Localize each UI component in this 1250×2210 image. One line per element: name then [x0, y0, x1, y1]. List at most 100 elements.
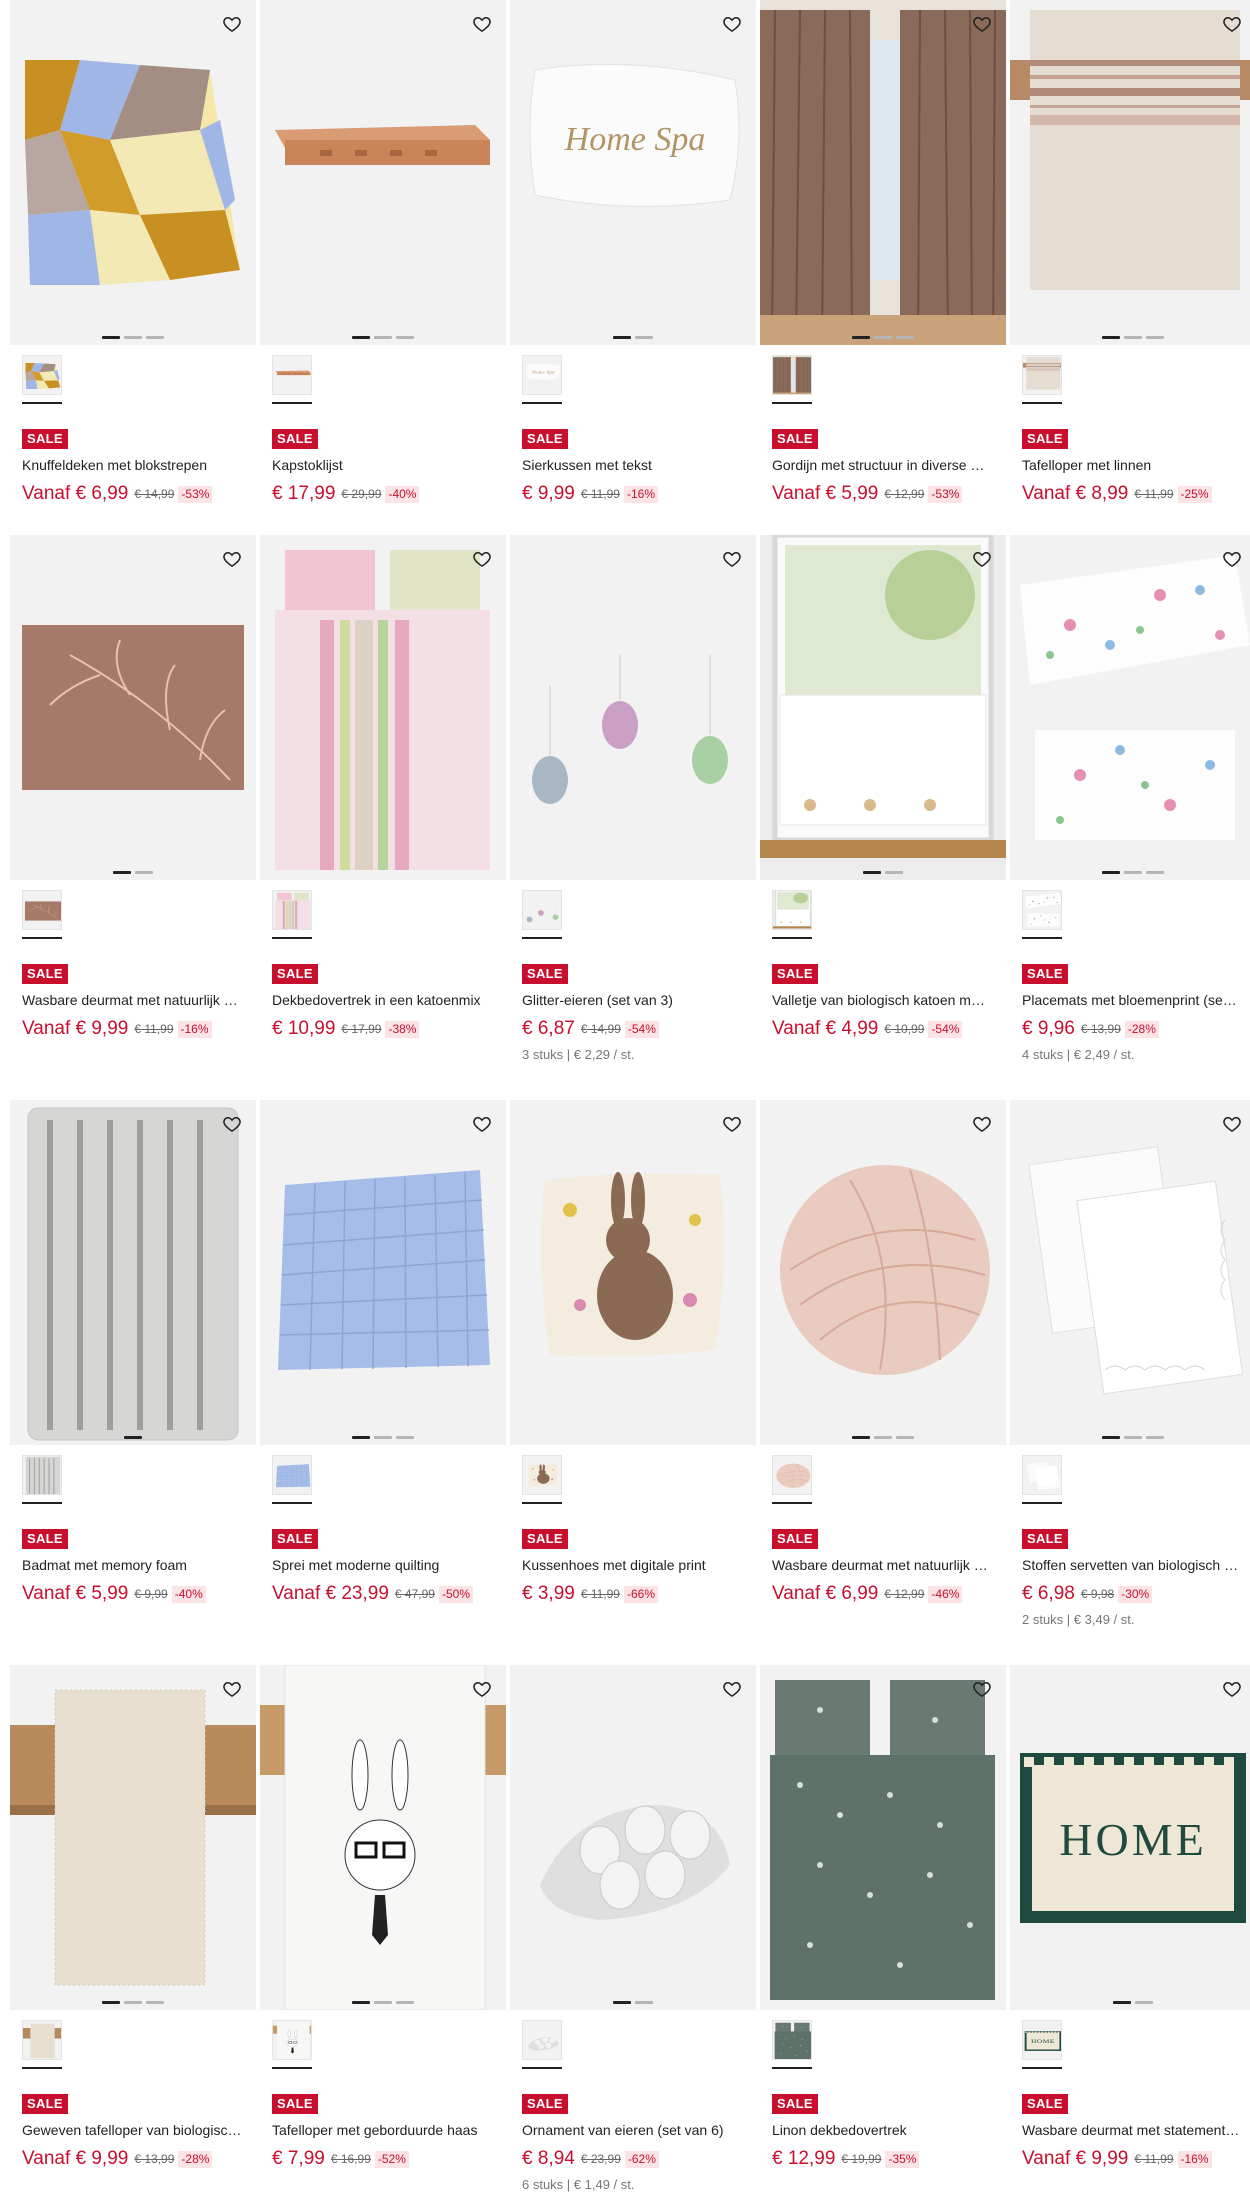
- carousel-dot[interactable]: [124, 1436, 142, 1439]
- color-swatch[interactable]: [1022, 355, 1062, 404]
- carousel-dot[interactable]: [852, 1436, 870, 1439]
- product-name[interactable]: Glitter-eieren (set van 3): [522, 991, 750, 1009]
- carousel-dot[interactable]: [1135, 2001, 1153, 2004]
- carousel-dot[interactable]: [613, 336, 631, 339]
- product-name[interactable]: Sprei met moderne quilting: [272, 1556, 500, 1574]
- carousel-dot[interactable]: [896, 1436, 914, 1439]
- swatch-thumbnail[interactable]: [272, 890, 312, 930]
- wishlist-heart-icon[interactable]: [1222, 1114, 1242, 1134]
- color-swatch[interactable]: [772, 890, 812, 939]
- carousel-dot[interactable]: [1146, 1436, 1164, 1439]
- carousel-dot[interactable]: [396, 2001, 414, 2004]
- color-swatch[interactable]: [272, 2020, 312, 2069]
- carousel-dot[interactable]: [1102, 336, 1120, 339]
- product-name[interactable]: Tafelloper met linnen: [1022, 456, 1250, 474]
- product-name[interactable]: Badmat met memory foam: [22, 1556, 250, 1574]
- product-image[interactable]: [1010, 535, 1250, 880]
- product-image[interactable]: [510, 1665, 756, 2010]
- swatch-thumbnail[interactable]: [22, 355, 62, 395]
- product-image[interactable]: Home Spa: [510, 0, 756, 345]
- color-swatch[interactable]: [22, 355, 62, 404]
- swatch-thumbnail[interactable]: [1022, 1455, 1062, 1495]
- carousel-dot[interactable]: [396, 1436, 414, 1439]
- carousel-dot[interactable]: [124, 2001, 142, 2004]
- carousel-dot[interactable]: [613, 2001, 631, 2004]
- wishlist-heart-icon[interactable]: [222, 1114, 242, 1134]
- wishlist-heart-icon[interactable]: [472, 549, 492, 569]
- wishlist-heart-icon[interactable]: [472, 1114, 492, 1134]
- swatch-thumbnail[interactable]: [772, 1455, 812, 1495]
- product-image[interactable]: [510, 1100, 756, 1445]
- color-swatch[interactable]: [772, 2020, 812, 2069]
- color-swatch[interactable]: HOME: [1022, 2020, 1062, 2069]
- color-swatch[interactable]: [522, 1455, 562, 1504]
- swatch-thumbnail[interactable]: [522, 2020, 562, 2060]
- swatch-thumbnail[interactable]: [272, 1455, 312, 1495]
- swatch-thumbnail[interactable]: [22, 1455, 62, 1495]
- swatch-thumbnail[interactable]: [22, 890, 62, 930]
- product-name[interactable]: Knuffeldeken met blokstrepen: [22, 456, 250, 474]
- carousel-dot[interactable]: [113, 871, 131, 874]
- carousel-dot[interactable]: [1124, 871, 1142, 874]
- product-name[interactable]: Geweven tafelloper van biologisc…: [22, 2121, 250, 2139]
- carousel-dot[interactable]: [885, 871, 903, 874]
- swatch-thumbnail[interactable]: Home Spa: [522, 355, 562, 395]
- swatch-thumbnail[interactable]: [272, 2020, 312, 2060]
- swatch-thumbnail[interactable]: [272, 355, 312, 395]
- product-image[interactable]: [260, 1665, 506, 2010]
- carousel-dot[interactable]: [874, 336, 892, 339]
- wishlist-heart-icon[interactable]: [222, 1679, 242, 1699]
- product-name[interactable]: Tafelloper met geborduurde haas: [272, 2121, 500, 2139]
- carousel-dot[interactable]: [374, 336, 392, 339]
- wishlist-heart-icon[interactable]: [472, 1679, 492, 1699]
- color-swatch[interactable]: [522, 890, 562, 939]
- product-image[interactable]: [760, 1665, 1006, 2010]
- wishlist-heart-icon[interactable]: [1222, 14, 1242, 34]
- product-name[interactable]: Linon dekbedovertrek: [772, 2121, 1000, 2139]
- carousel-dot[interactable]: [146, 2001, 164, 2004]
- swatch-thumbnail[interactable]: [522, 1455, 562, 1495]
- carousel-dot[interactable]: [374, 2001, 392, 2004]
- product-image[interactable]: [260, 0, 506, 345]
- carousel-dot[interactable]: [102, 2001, 120, 2004]
- product-image[interactable]: [10, 535, 256, 880]
- carousel-dot[interactable]: [1146, 336, 1164, 339]
- product-image[interactable]: [1010, 0, 1250, 345]
- carousel-dot[interactable]: [352, 336, 370, 339]
- swatch-thumbnail[interactable]: [22, 2020, 62, 2060]
- carousel-dot[interactable]: [374, 1436, 392, 1439]
- product-name[interactable]: Dekbedovertrek in een katoenmix: [272, 991, 500, 1009]
- carousel-dot[interactable]: [1113, 2001, 1131, 2004]
- color-swatch[interactable]: [22, 1455, 62, 1504]
- product-name[interactable]: Kapstoklijst: [272, 456, 500, 474]
- carousel-dot[interactable]: [146, 336, 164, 339]
- carousel-dot[interactable]: [352, 2001, 370, 2004]
- product-image[interactable]: [10, 1100, 256, 1445]
- carousel-dot[interactable]: [852, 336, 870, 339]
- color-swatch[interactable]: [1022, 890, 1062, 939]
- product-image[interactable]: HOME: [1010, 1665, 1250, 2010]
- carousel-dot[interactable]: [1146, 871, 1164, 874]
- wishlist-heart-icon[interactable]: [472, 14, 492, 34]
- color-swatch[interactable]: [1022, 1455, 1062, 1504]
- color-swatch[interactable]: [772, 355, 812, 404]
- color-swatch[interactable]: [772, 1455, 812, 1504]
- carousel-dot[interactable]: [896, 336, 914, 339]
- swatch-thumbnail[interactable]: [772, 890, 812, 930]
- wishlist-heart-icon[interactable]: [972, 1679, 992, 1699]
- color-swatch[interactable]: [522, 2020, 562, 2069]
- product-image[interactable]: [260, 1100, 506, 1445]
- product-image[interactable]: [510, 535, 756, 880]
- wishlist-heart-icon[interactable]: [972, 14, 992, 34]
- product-image[interactable]: [760, 535, 1006, 880]
- carousel-dot[interactable]: [874, 1436, 892, 1439]
- wishlist-heart-icon[interactable]: [1222, 549, 1242, 569]
- product-image[interactable]: [760, 1100, 1006, 1445]
- carousel-dot[interactable]: [396, 336, 414, 339]
- product-name[interactable]: Wasbare deurmat met natuurlijk …: [22, 991, 250, 1009]
- carousel-dot[interactable]: [135, 871, 153, 874]
- product-name[interactable]: Valletje van biologisch katoen m…: [772, 991, 1000, 1009]
- product-name[interactable]: Gordijn met structuur in diverse …: [772, 456, 1000, 474]
- product-image[interactable]: [10, 1665, 256, 2010]
- carousel-dot[interactable]: [1124, 336, 1142, 339]
